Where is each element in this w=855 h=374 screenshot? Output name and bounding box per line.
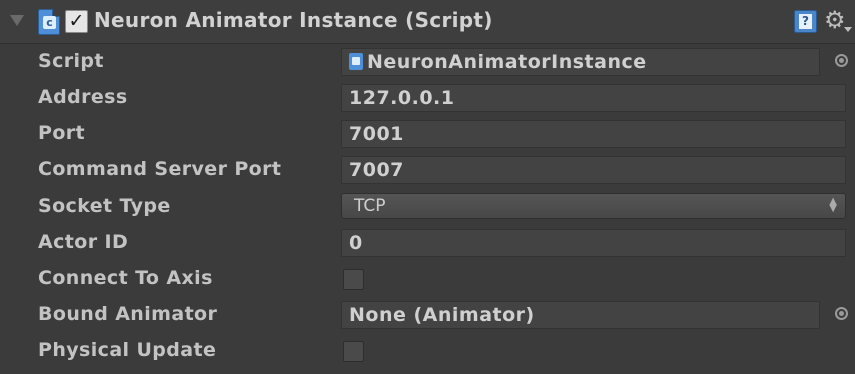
object-picker-icon[interactable] bbox=[835, 54, 848, 67]
socket-type-dropdown[interactable]: TCP ▲ ▼ bbox=[341, 193, 846, 219]
actor-id-input[interactable]: 0 bbox=[341, 229, 846, 257]
component-title: Neuron Animator Instance (Script) bbox=[94, 8, 493, 32]
physical-update-row: Physical Update bbox=[0, 334, 855, 368]
foldout-triangle-icon[interactable] bbox=[10, 15, 24, 26]
bound-animator-row: Bound Animator None (Animator) bbox=[0, 298, 855, 332]
script-field[interactable]: NeuronAnimatorInstance bbox=[341, 48, 820, 76]
command-server-port-input[interactable]: 7007 bbox=[341, 156, 846, 184]
connect-to-axis-label: Connect To Axis bbox=[38, 267, 213, 289]
bound-animator-label: Bound Animator bbox=[38, 303, 218, 325]
help-book-icon[interactable]: ? bbox=[794, 10, 817, 33]
socket-type-label: Socket Type bbox=[38, 195, 171, 217]
script-label: Script bbox=[38, 50, 104, 72]
cs-script-icon bbox=[349, 53, 363, 70]
command-server-port-label: Command Server Port bbox=[38, 158, 282, 180]
address-input[interactable]: 127.0.0.1 bbox=[341, 84, 846, 112]
component-enabled-checkbox[interactable]: ✓ bbox=[65, 10, 88, 33]
address-label: Address bbox=[38, 86, 128, 108]
physical-update-checkbox[interactable] bbox=[343, 341, 364, 362]
gear-icon[interactable]: ⚙ bbox=[824, 6, 851, 34]
script-value: NeuronAnimatorInstance bbox=[367, 51, 647, 73]
connect-to-axis-row: Connect To Axis bbox=[0, 262, 855, 296]
port-input[interactable]: 7001 bbox=[341, 120, 846, 148]
script-row: Script NeuronAnimatorInstance bbox=[0, 45, 855, 79]
physical-update-label: Physical Update bbox=[38, 339, 217, 361]
dropdown-arrows-icon: ▲ ▼ bbox=[829, 196, 837, 214]
actor-id-row: Actor ID 0 bbox=[0, 226, 855, 260]
component-header[interactable]: c ✓ Neuron Animator Instance (Script) ? … bbox=[0, 0, 855, 44]
connect-to-axis-checkbox[interactable] bbox=[343, 269, 364, 290]
port-label: Port bbox=[38, 122, 86, 144]
socket-type-row: Socket Type TCP ▲ ▼ bbox=[0, 190, 855, 224]
address-row: Address 127.0.0.1 bbox=[0, 81, 855, 115]
command-server-port-row: Command Server Port 7007 bbox=[0, 153, 855, 187]
port-row: Port 7001 bbox=[0, 117, 855, 151]
object-picker-icon[interactable] bbox=[835, 307, 848, 320]
actor-id-label: Actor ID bbox=[38, 231, 129, 253]
bound-animator-field[interactable]: None (Animator) bbox=[341, 301, 820, 329]
socket-type-value: TCP bbox=[354, 196, 386, 216]
inspector-component-panel: c ✓ Neuron Animator Instance (Script) ? … bbox=[0, 0, 855, 374]
cs-script-icon: c bbox=[38, 9, 60, 35]
